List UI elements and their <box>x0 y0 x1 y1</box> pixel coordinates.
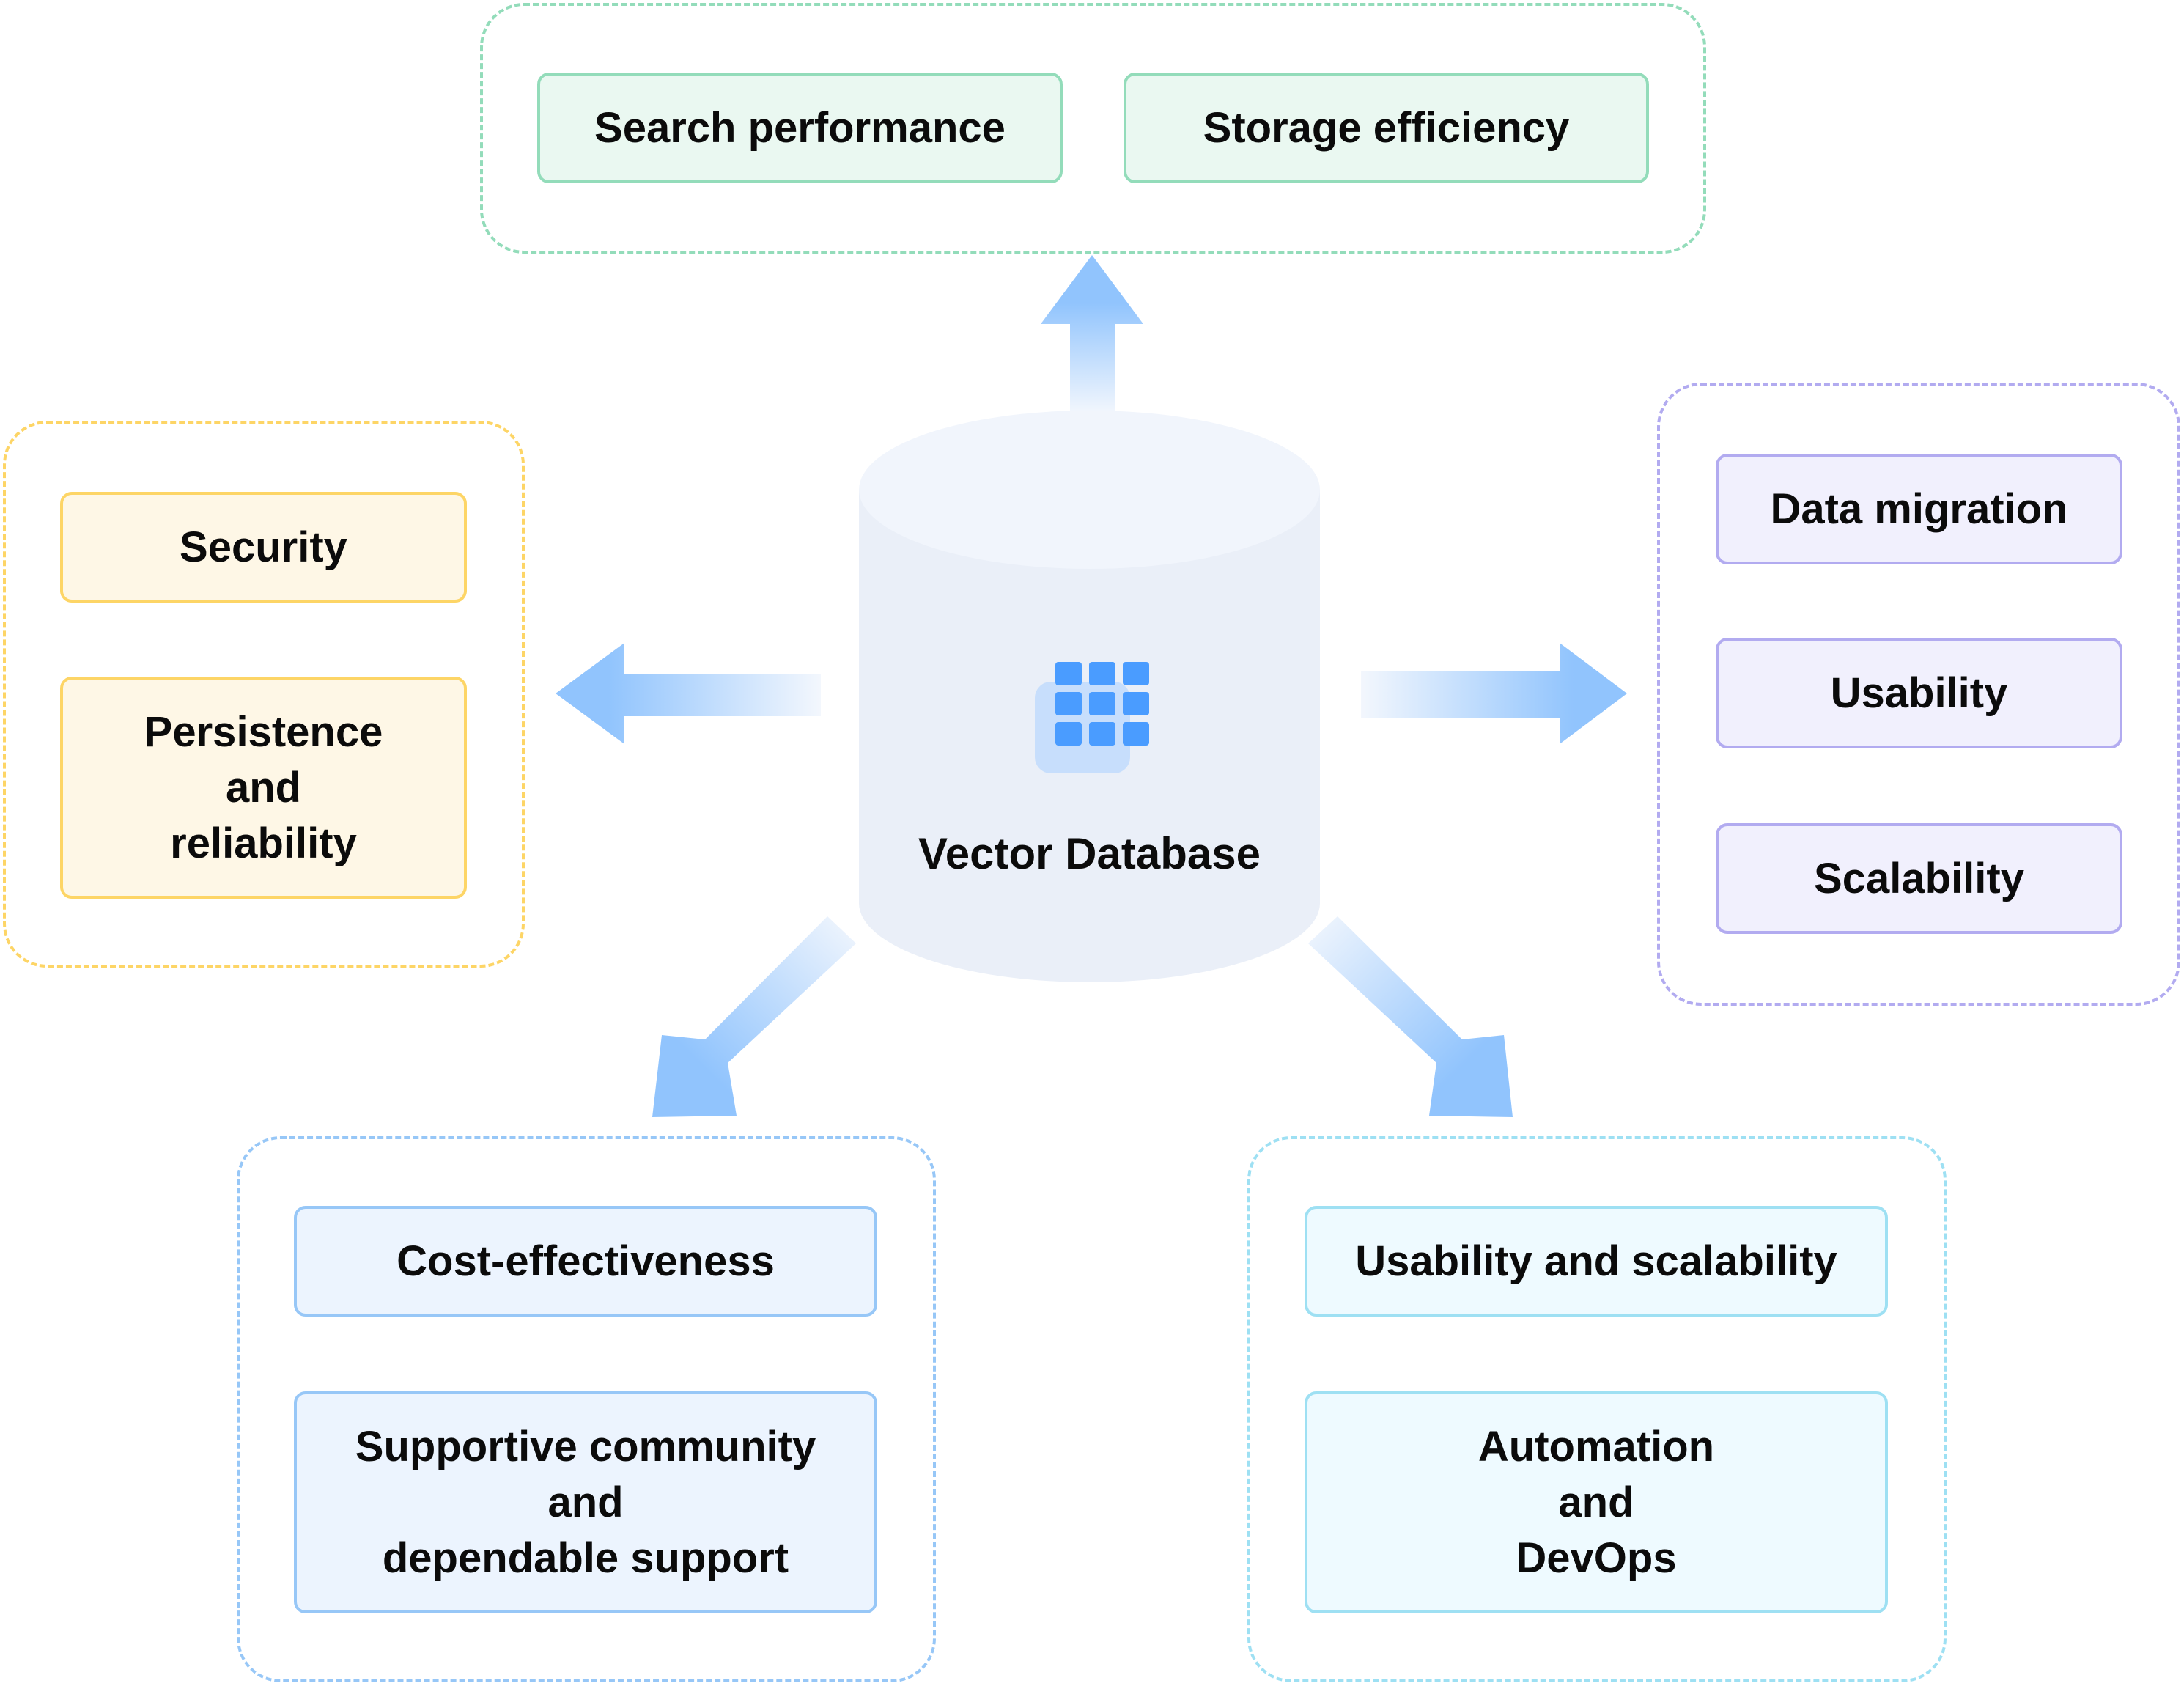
box-community-support: Supportive community and dependable supp… <box>294 1391 877 1613</box>
arrow-up-icon <box>1041 255 1143 414</box>
box-usability: Usability <box>1716 638 2122 748</box>
center-label: Vector Database <box>918 829 1261 878</box>
box-persistence-reliability: Persistence and reliability <box>60 677 467 899</box>
box-storage-efficiency: Storage efficiency <box>1124 73 1649 183</box>
arrow-down-right-icon <box>1308 916 1513 1117</box>
box-data-migration: Data migration <box>1716 454 2122 564</box>
box-cost-effectiveness: Cost-effectiveness <box>294 1206 877 1317</box>
arrow-right-icon <box>1361 643 1627 744</box>
box-usability-scalability: Usability and scalability <box>1305 1206 1888 1317</box>
box-search-performance: Search performance <box>537 73 1063 183</box>
arrow-down-left-icon <box>652 916 856 1117</box>
box-scalability: Scalability <box>1716 823 2122 934</box>
box-automation-devops: Automation and DevOps <box>1305 1391 1888 1613</box>
arrow-left-icon <box>556 643 821 744</box>
box-security: Security <box>60 492 467 603</box>
